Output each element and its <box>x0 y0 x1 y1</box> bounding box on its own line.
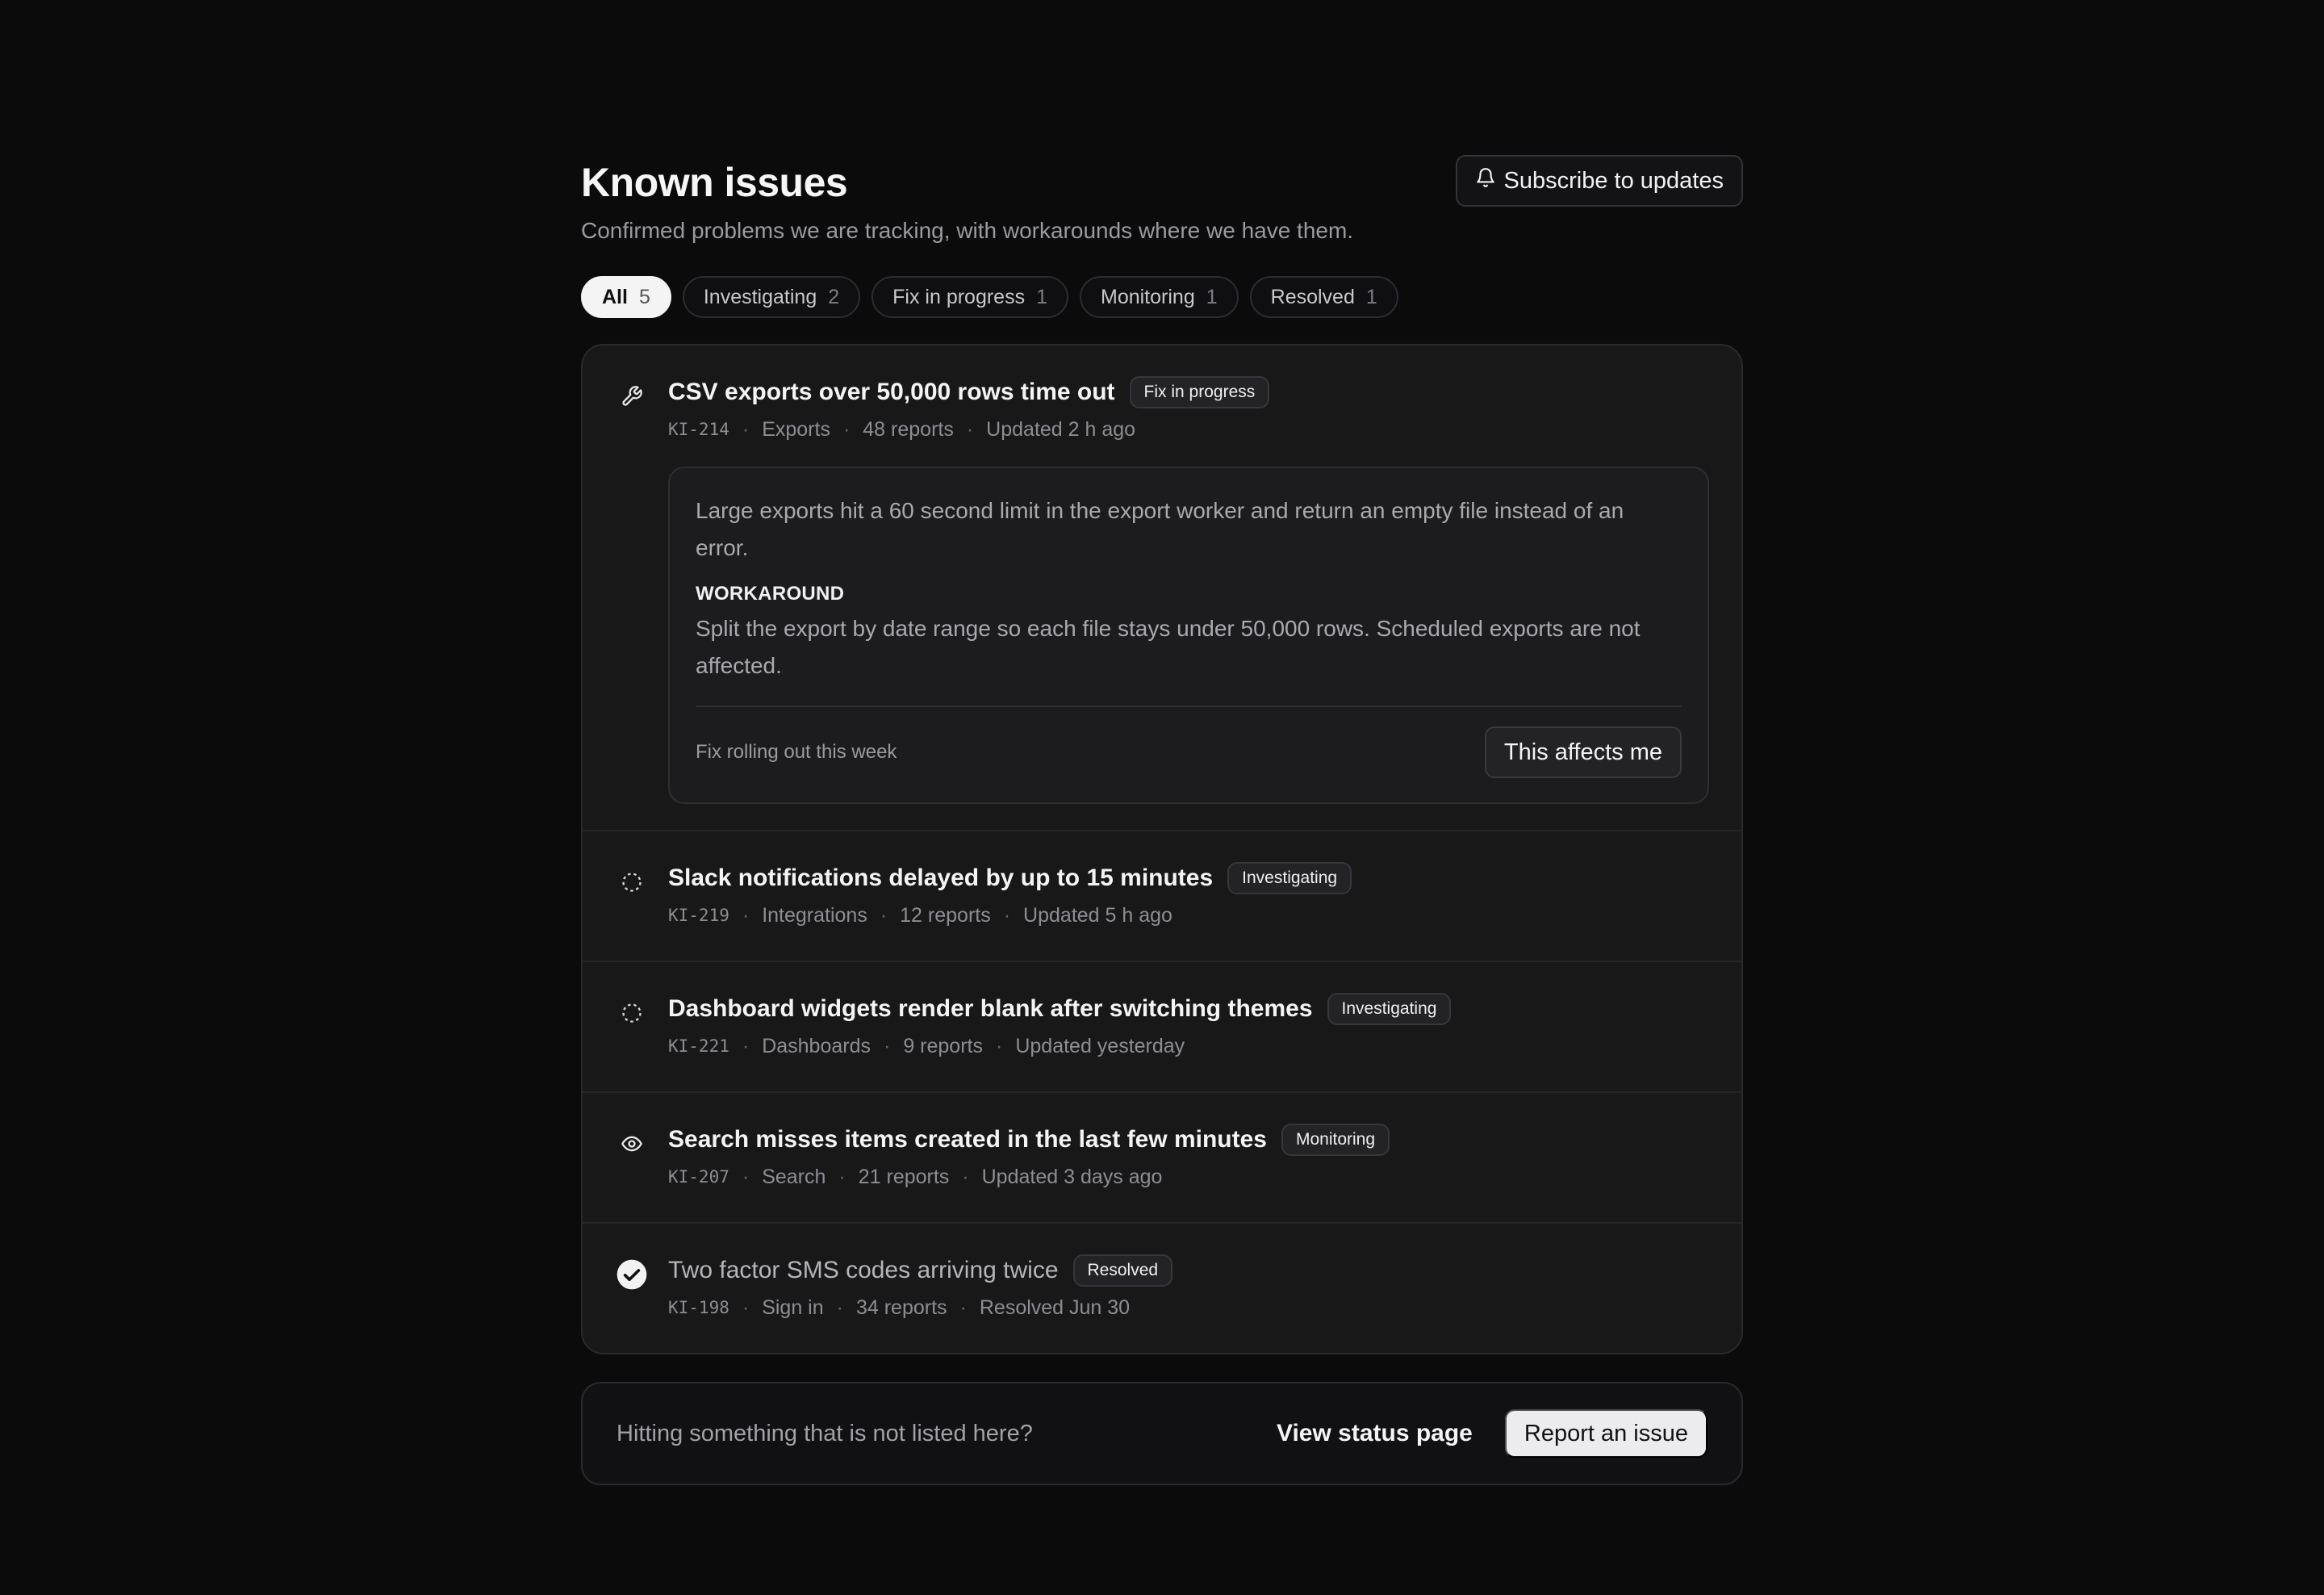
issue-meta: KI-207 · Search · 21 reports · Updated 3… <box>668 1161 1709 1193</box>
meta-separator: · <box>996 1034 1003 1057</box>
meta-separator: · <box>959 1296 967 1319</box>
filter-count: 2 <box>828 285 840 308</box>
issue-title[interactable]: Dashboard widgets render blank after swi… <box>668 995 1313 1023</box>
issue-updated: Updated 5 h ago <box>1023 903 1172 927</box>
issue-meta: KI-221 · Dashboards · 9 reports · Update… <box>668 1030 1709 1062</box>
detail-footer: Fix rolling out this week This affects m… <box>696 705 1682 778</box>
issue-reports: 34 reports <box>855 1296 947 1319</box>
page-title: Known issues <box>581 160 848 205</box>
meta-separator: · <box>880 903 888 927</box>
workaround-heading: WORKAROUND <box>696 583 845 605</box>
page-subtitle: Confirmed problems we are tracking, with… <box>581 218 1354 243</box>
filter-chip-all[interactable]: All 5 <box>581 276 671 318</box>
issue-area: Sign in <box>762 1296 824 1319</box>
meta-separator: · <box>884 1034 891 1057</box>
status-badge: Investigating <box>1227 862 1352 894</box>
meta-separator: · <box>742 1296 750 1319</box>
filter-label: Investigating <box>703 285 817 308</box>
issue-title[interactable]: Search misses items created in the last … <box>668 1126 1267 1153</box>
issue-id: KI-219 <box>668 906 729 925</box>
issue-id: KI-207 <box>668 1167 729 1187</box>
filter-label: Resolved <box>1270 285 1355 308</box>
issue-id: KI-214 <box>668 420 729 439</box>
issue-list: CSV exports over 50,000 rows time out Fi… <box>581 344 1743 1354</box>
meta-separator: · <box>742 1165 750 1188</box>
this-affects-me-button[interactable]: This affects me <box>1484 726 1682 778</box>
issue-area: Dashboards <box>762 1034 871 1057</box>
filter-chip-resolved[interactable]: Resolved 1 <box>1249 276 1398 318</box>
meta-separator: · <box>742 417 750 441</box>
issue-updated: Updated 2 h ago <box>986 417 1136 441</box>
issue-reports: 21 reports <box>858 1165 950 1188</box>
dashed-circle-icon <box>615 865 649 899</box>
issue-updated: Updated 3 days ago <box>981 1165 1163 1188</box>
filter-chip-fix-in-progress[interactable]: Fix in progress 1 <box>872 276 1068 318</box>
status-badge: Resolved <box>1072 1254 1173 1287</box>
issue-meta: KI-198 · Sign in · 34 reports · Resolved… <box>668 1291 1709 1324</box>
issue-meta: KI-214 · Exports · 48 reports · Updated … <box>668 413 1709 446</box>
issue-detail-panel: Large exports hit a 60 second limit in t… <box>668 467 1709 804</box>
footer-actions: View status page Report an issue <box>1277 1409 1707 1458</box>
issue-area: Integrations <box>762 903 867 927</box>
issue-row-ki-214[interactable]: CSV exports over 50,000 rows time out Fi… <box>583 345 1741 830</box>
issue-updated: Resolved Jun 30 <box>979 1296 1131 1319</box>
filter-count: 1 <box>1206 285 1218 308</box>
issue-reports: 9 reports <box>903 1034 983 1057</box>
issue-area: Exports <box>762 417 830 441</box>
subscribe-label: Subscribe to updates <box>1503 167 1724 194</box>
issue-row-ki-221[interactable]: Dashboard widgets render blank after swi… <box>583 961 1741 1091</box>
issue-reports: 48 reports <box>863 417 954 441</box>
filter-chip-monitoring[interactable]: Monitoring 1 <box>1080 276 1239 318</box>
filter-count: 5 <box>638 285 650 308</box>
meta-separator: · <box>742 1034 750 1057</box>
status-badge: Investigating <box>1327 993 1452 1025</box>
known-issues-page: Known issues Confirmed problems we are t… <box>581 153 1743 1485</box>
meta-separator: · <box>836 1296 843 1319</box>
status-badge: Monitoring <box>1281 1124 1390 1156</box>
filter-chip-investigating[interactable]: Investigating 2 <box>682 276 861 318</box>
workaround-text: Split the export by date range so each f… <box>696 616 1641 678</box>
dashed-circle-icon <box>615 996 649 1030</box>
issue-reports: 12 reports <box>900 903 991 927</box>
meta-separator: · <box>1003 903 1011 927</box>
issue-title[interactable]: CSV exports over 50,000 rows time out <box>668 379 1115 406</box>
issue-id: KI-198 <box>668 1298 729 1317</box>
filter-count: 1 <box>1365 285 1377 308</box>
status-filter-tabs: All 5 Investigating 2 Fix in progress 1 … <box>581 276 1743 318</box>
issue-description: Large exports hit a 60 second limit in t… <box>696 498 1624 560</box>
fix-eta: Fix rolling out this week <box>696 741 897 763</box>
issue-meta: KI-219 · Integrations · 12 reports · Upd… <box>668 899 1709 931</box>
issue-row-ki-207[interactable]: Search misses items created in the last … <box>583 1091 1741 1222</box>
issue-updated: Updated yesterday <box>1015 1034 1185 1057</box>
page-header: Known issues Confirmed problems we are t… <box>581 153 1743 250</box>
subscribe-button[interactable]: Subscribe to updates <box>1455 155 1743 207</box>
issue-area: Search <box>762 1165 826 1188</box>
meta-separator: · <box>838 1165 846 1188</box>
issue-row-ki-219[interactable]: Slack notifications delayed by up to 15 … <box>583 830 1741 961</box>
wrench-icon <box>615 379 649 413</box>
issue-title[interactable]: Two factor SMS codes arriving twice <box>668 1257 1059 1284</box>
check-circle-icon <box>615 1258 649 1291</box>
meta-separator: · <box>966 417 974 441</box>
bell-icon <box>1475 167 1496 195</box>
meta-separator: · <box>962 1165 969 1188</box>
filter-label: All <box>602 285 628 308</box>
report-prompt: Hitting something that is not listed her… <box>617 1420 1033 1446</box>
filter-count: 1 <box>1036 285 1047 308</box>
issue-row-ki-198[interactable]: Two factor SMS codes arriving twice Reso… <box>583 1222 1741 1353</box>
meta-separator: · <box>742 903 750 927</box>
issue-id: KI-221 <box>668 1036 729 1056</box>
issue-title[interactable]: Slack notifications delayed by up to 15 … <box>668 864 1213 892</box>
filter-label: Monitoring <box>1101 285 1195 308</box>
report-cta-card: Hitting something that is not listed her… <box>581 1382 1743 1485</box>
report-issue-button[interactable]: Report an issue <box>1504 1409 1707 1458</box>
filter-label: Fix in progress <box>892 285 1026 308</box>
view-status-page-link[interactable]: View status page <box>1277 1420 1473 1447</box>
status-badge: Fix in progress <box>1129 376 1270 408</box>
meta-separator: · <box>842 417 851 441</box>
eye-icon <box>615 1127 649 1161</box>
